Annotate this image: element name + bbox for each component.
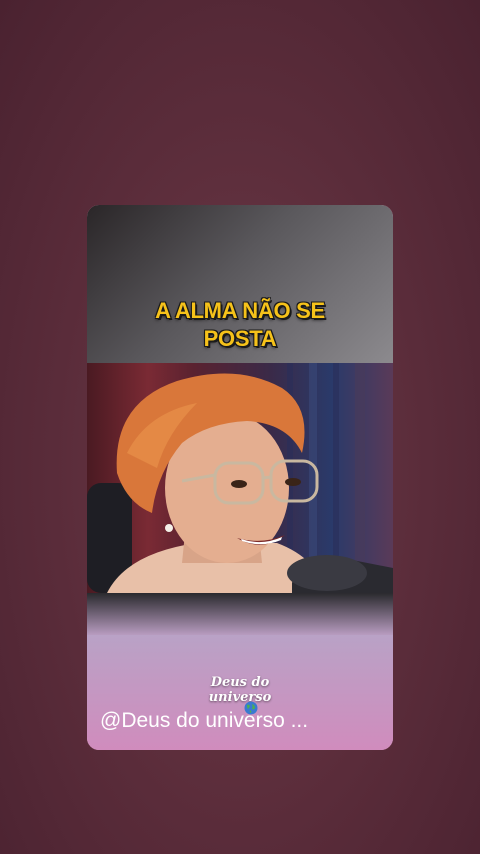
caption-line-1: A ALMA NÃO SE (155, 298, 325, 323)
brand-line-2: universo (208, 690, 272, 705)
brand-line-1: Deus do (210, 675, 270, 690)
speaker-illustration (87, 363, 393, 593)
caption-area: A ALMA NÃO SE POSTA (87, 205, 393, 363)
video-caption: A ALMA NÃO SE POSTA (87, 297, 393, 353)
shadow-strip (87, 593, 393, 635)
video-frame[interactable] (87, 363, 393, 593)
brand-watermark: Deus do universo (87, 675, 393, 705)
caption-line-2: POSTA (203, 326, 277, 351)
account-handle-link[interactable]: @Deus do universo ... (100, 709, 390, 733)
story-card[interactable]: A ALMA NÃO SE POSTA Deus do universo @De… (87, 205, 393, 750)
